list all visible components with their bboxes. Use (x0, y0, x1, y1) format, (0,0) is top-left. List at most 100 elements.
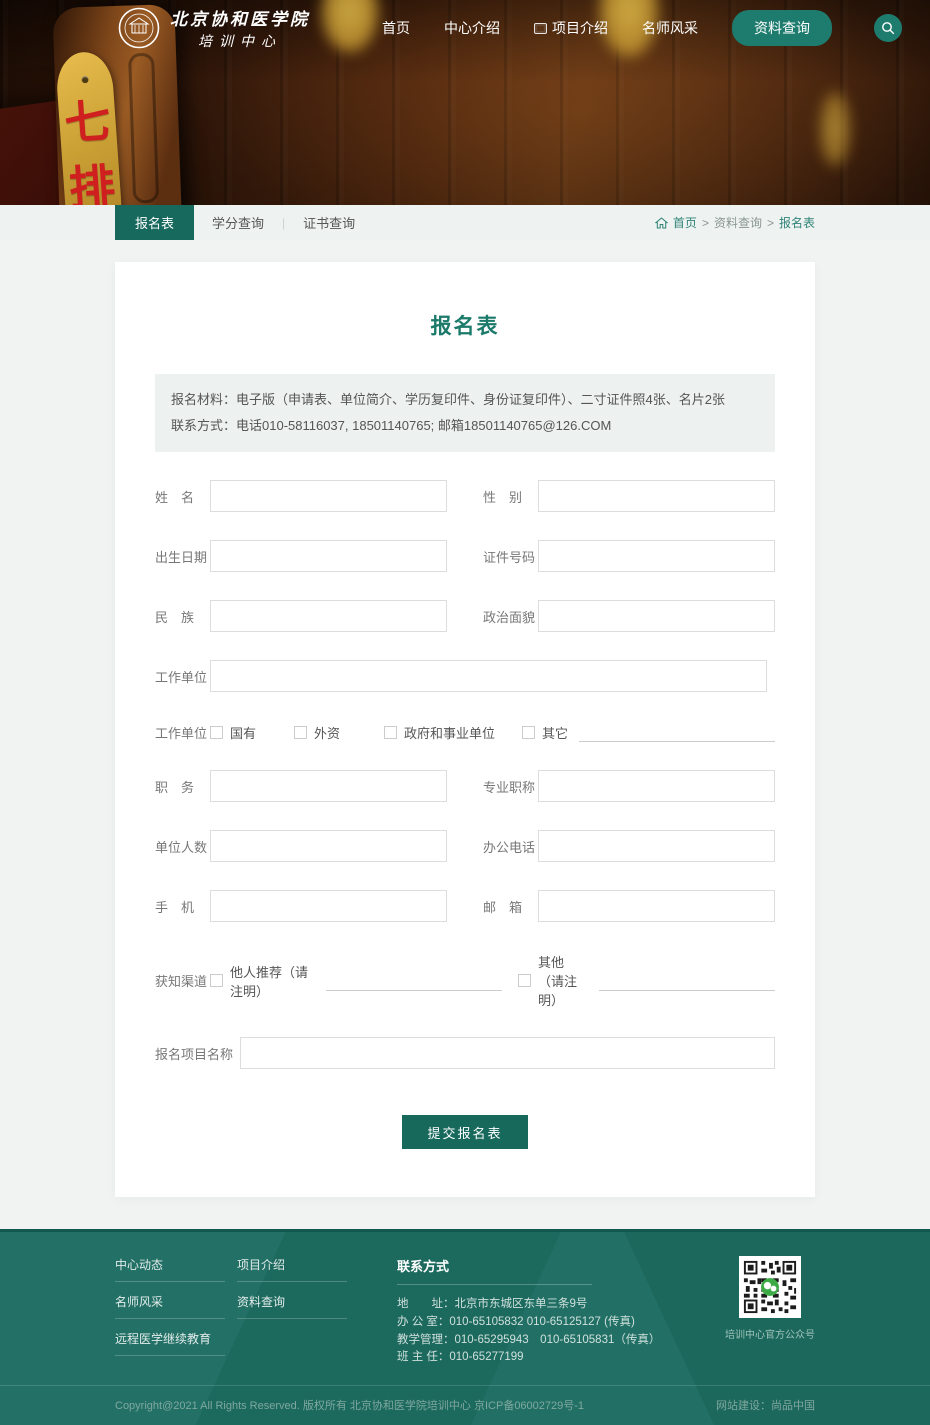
breadcrumb-materials[interactable]: 资料查询 (714, 214, 762, 231)
government-checkbox[interactable] (384, 726, 397, 739)
birthdate-input[interactable] (210, 540, 447, 572)
gender-label: 性 别 (483, 487, 538, 506)
footer-link-materials[interactable]: 资料查询 (237, 1293, 347, 1319)
footer-link-remote-education[interactable]: 远程医学继续教育 (115, 1330, 225, 1356)
field-work-unit: 工作单位 (155, 660, 775, 692)
notice-contact: 联系方式：电话010-58116037, 18501140765; 邮箱1850… (171, 413, 759, 439)
email-input[interactable] (538, 890, 775, 922)
nav-item-projects[interactable]: 项目介绍 (534, 18, 608, 38)
field-mobile: 手 机 (155, 890, 447, 922)
home-icon (655, 217, 668, 229)
other-unit-checkbox[interactable] (522, 726, 535, 739)
work-unit-input[interactable] (210, 660, 767, 692)
unit-size-input[interactable] (210, 830, 447, 862)
main-content: 报名表 报名材料：电子版（申请表、单位简介、学历复印件、身份证复印件）、二寸证件… (0, 240, 930, 1229)
position-label: 职 务 (155, 777, 210, 796)
mobile-input[interactable] (210, 890, 447, 922)
unit-type-option-state: 国有 (210, 723, 294, 742)
footer-link-projects[interactable]: 项目介绍 (237, 1256, 347, 1282)
form-row: 职 务 专业职称 (155, 770, 775, 802)
nav-item-home[interactable]: 首页 (382, 18, 410, 38)
name-input[interactable] (210, 480, 447, 512)
field-position: 职 务 (155, 770, 447, 802)
nav-item-teachers[interactable]: 名师风采 (642, 18, 698, 38)
footer-link-center-news[interactable]: 中心动态 (115, 1256, 225, 1282)
referral-note-input[interactable] (326, 971, 502, 991)
field-unit-type: 工作单位 国有 外资 政府和事业单位 其它 (155, 722, 775, 742)
field-channel: 获知渠道 他人推荐（请注明） 其他（请注明） (155, 952, 775, 1009)
contact-address: 地 址：北京市东城区东单三条9号 (397, 1296, 697, 1314)
channel-label: 获知渠道 (155, 971, 210, 990)
submit-button[interactable]: 提交报名表 (402, 1115, 528, 1149)
field-politics: 政治面貌 (483, 600, 775, 632)
nav-item-center-intro[interactable]: 中心介绍 (444, 18, 500, 38)
tab-credit-query[interactable]: 学分查询 (194, 205, 282, 240)
submit-area: 提交报名表 (155, 1115, 775, 1149)
referral-checkbox[interactable] (210, 974, 223, 987)
gender-input[interactable] (538, 480, 775, 512)
main-nav: 首页 中心介绍 项目介绍 名师风采 资料查询 (382, 10, 902, 46)
search-button[interactable] (874, 14, 902, 42)
qr-section: 培训中心官方公众号 (725, 1256, 815, 1367)
hero-banner: 七 排 北京协和医学院 培训中心 首页 中心介绍 项目介绍 (0, 0, 930, 205)
contact-office: 办 公 室：010-65105832 010-65125127 (传真) (397, 1314, 697, 1332)
qr-caption: 培训中心官方公众号 (725, 1326, 815, 1341)
field-unit-size: 单位人数 (155, 830, 447, 862)
page-title: 报名表 (155, 310, 775, 340)
qr-code (739, 1256, 801, 1318)
contact-teaching: 教学管理：010-65295943 010-65105831（传真） (397, 1332, 697, 1350)
search-icon (881, 21, 895, 35)
field-id-number: 证件号码 (483, 540, 775, 572)
field-ethnicity: 民 族 (155, 600, 447, 632)
office-phone-label: 办公电话 (483, 837, 538, 856)
logo-title: 北京协和医学院 (170, 5, 310, 30)
other-channel-note-input[interactable] (599, 971, 775, 991)
foreign-checkbox[interactable] (294, 726, 307, 739)
ethnicity-input[interactable] (210, 600, 447, 632)
other-channel-checkbox[interactable] (518, 974, 531, 987)
unit-type-label: 工作单位 (155, 723, 210, 742)
project-nav-icon (534, 23, 547, 34)
breadcrumb-home[interactable]: 首页 (673, 214, 697, 231)
id-number-input[interactable] (538, 540, 775, 572)
site-logo[interactable]: 北京协和医学院 培训中心 (118, 5, 310, 51)
politics-label: 政治面貌 (483, 607, 538, 626)
nav-cta-materials[interactable]: 资料查询 (732, 10, 832, 46)
breadcrumb-sep: > (767, 216, 774, 230)
footer: 中心动态 名师风采 远程医学继续教育 项目介绍 资料查询 联系方式 地 址：北京… (0, 1229, 930, 1425)
foreign-label: 外资 (314, 723, 340, 742)
field-email: 邮 箱 (483, 890, 775, 922)
tab-certificate-query[interactable]: 证书查询 (285, 205, 373, 240)
state-owned-checkbox[interactable] (210, 726, 223, 739)
government-label: 政府和事业单位 (404, 723, 495, 742)
field-birthdate: 出生日期 (155, 540, 447, 572)
office-phone-input[interactable] (538, 830, 775, 862)
other-unit-input[interactable] (579, 722, 775, 742)
state-owned-label: 国有 (230, 723, 256, 742)
tag-char-row: 排 (67, 160, 116, 205)
position-input[interactable] (210, 770, 447, 802)
post-groove (128, 53, 159, 204)
field-name: 姓 名 (155, 480, 447, 512)
tab-registration-form[interactable]: 报名表 (115, 205, 194, 240)
footer-links-col2: 项目介绍 资料查询 (237, 1256, 397, 1367)
prof-title-input[interactable] (538, 770, 775, 802)
form-row: 出生日期 证件号码 (155, 540, 775, 572)
ethnicity-label: 民 族 (155, 607, 210, 626)
project-name-input[interactable] (240, 1037, 775, 1069)
id-number-label: 证件号码 (483, 547, 538, 566)
form-row: 手 机 邮 箱 (155, 890, 775, 922)
logo-text: 北京协和医学院 培训中心 (170, 5, 310, 51)
sub-nav-strip: 报名表 学分查询 | 证书查询 首页 > 资料查询 > 报名表 (0, 205, 930, 240)
politics-input[interactable] (538, 600, 775, 632)
blurred-seat-tag (820, 92, 850, 166)
notice-materials: 报名材料：电子版（申请表、单位简介、学历复印件、身份证复印件）、二寸证件照4张、… (171, 387, 759, 413)
channel-option-referral: 他人推荐（请注明） (210, 962, 502, 1000)
project-name-label: 报名项目名称 (155, 1044, 240, 1063)
prof-title-label: 专业职称 (483, 777, 538, 796)
name-label: 姓 名 (155, 487, 210, 506)
breadcrumb-sep: > (702, 216, 709, 230)
site-builder-credit[interactable]: 网站建设：尚品中国 (716, 1397, 815, 1413)
footer-link-teachers[interactable]: 名师风采 (115, 1293, 225, 1319)
copyright-text: Copyright@2021 All Rights Reserved. 版权所有… (115, 1397, 584, 1413)
